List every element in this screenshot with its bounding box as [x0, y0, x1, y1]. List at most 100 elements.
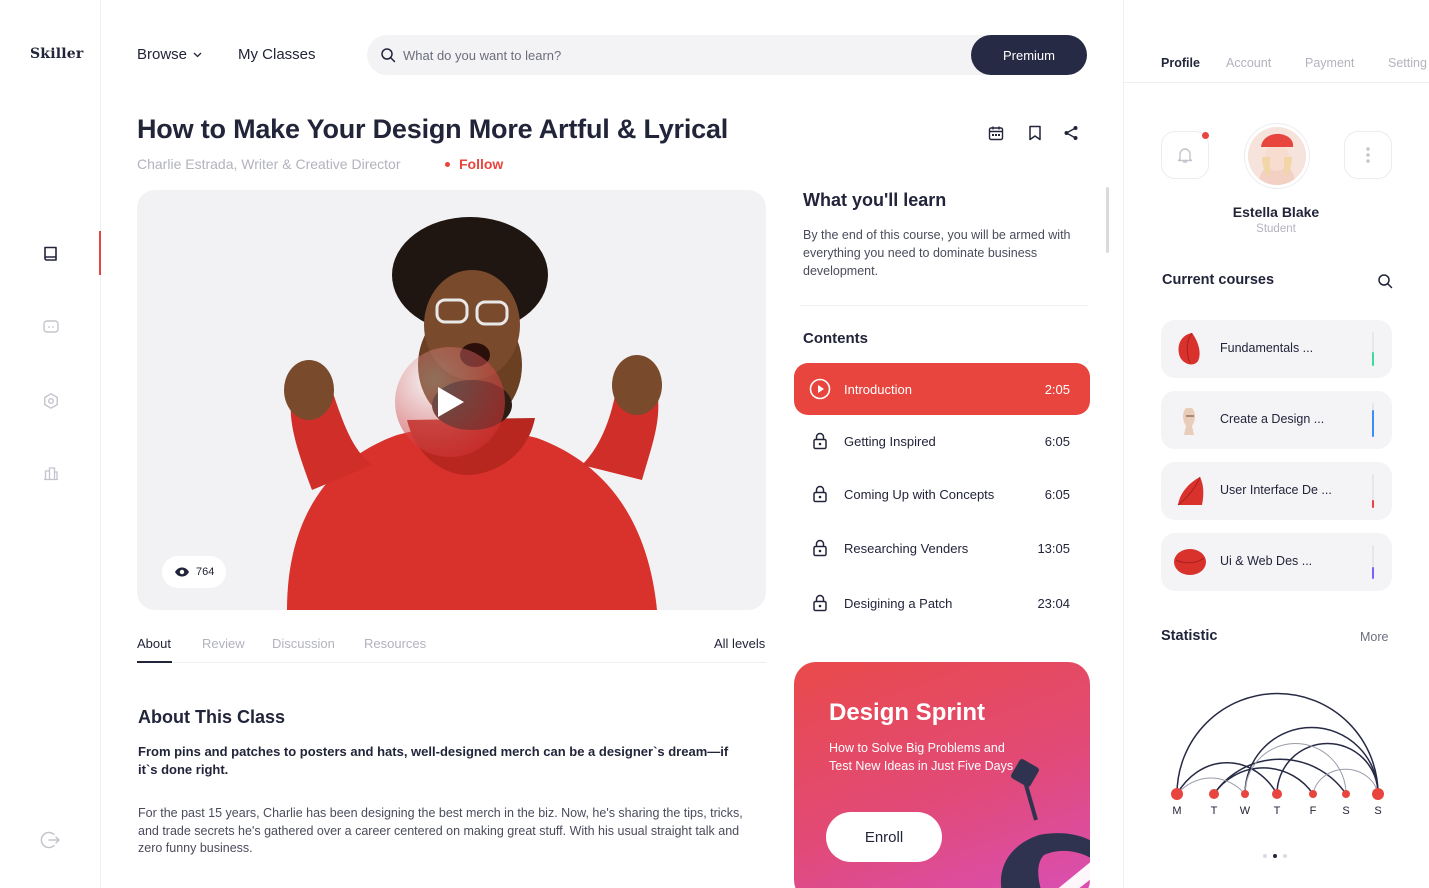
tab-payment[interactable]: Payment	[1305, 56, 1354, 70]
lesson-duration: 13:05	[1037, 540, 1070, 556]
lesson-item[interactable]: Coming Up with Concepts 6:05	[794, 468, 1090, 520]
search-input[interactable]	[403, 35, 963, 75]
day-label: M	[1172, 805, 1182, 817]
course-progress	[1372, 332, 1374, 366]
statistic-more-link[interactable]: More	[1360, 630, 1388, 644]
tab-profile[interactable]: Profile	[1161, 56, 1200, 70]
notification-dot	[1202, 132, 1209, 139]
lock-icon	[809, 430, 831, 452]
learn-description: By the end of this course, you will be a…	[803, 228, 1071, 278]
course-progress	[1372, 403, 1374, 437]
book-icon[interactable]	[36, 239, 66, 269]
course-author: Charlie Estrada, Writer & Creative Direc…	[137, 156, 401, 172]
page-dot[interactable]	[1273, 854, 1277, 858]
course-progress-fill	[1372, 409, 1374, 437]
course-label: Fundamentals ...	[1220, 341, 1314, 355]
browse-menu[interactable]: Browse	[137, 46, 202, 63]
learn-divider	[800, 305, 1088, 306]
statistic-title: Statistic	[1161, 628, 1218, 644]
tab-account[interactable]: Account	[1226, 56, 1271, 70]
separator-dot	[445, 162, 450, 167]
user-role: Student	[1256, 223, 1296, 235]
lesson-duration: 23:04	[1037, 595, 1070, 611]
profile-tabs-divider	[1123, 82, 1429, 83]
lesson-title: Coming Up with Concepts	[844, 486, 995, 502]
tab-resources[interactable]: Resources	[364, 636, 426, 651]
day-label: T	[1210, 805, 1218, 817]
about-lead: From pins and patches to posters and hat…	[138, 744, 729, 777]
promo-card: Design Sprint How to Solve Big Problems …	[794, 662, 1090, 888]
enroll-button[interactable]: Enroll	[826, 812, 942, 862]
calendar-icon[interactable]	[986, 123, 1006, 143]
left-rail: Skiller	[0, 0, 101, 888]
lesson-title: Researching Venders	[844, 540, 969, 556]
tab-setting[interactable]: Setting	[1388, 56, 1429, 70]
logo[interactable]: Skiller	[30, 46, 83, 62]
views-count: 764	[196, 566, 215, 578]
course-title: How to Make Your Design More Artful & Ly…	[137, 114, 729, 144]
course-card[interactable]: Create a Design ...	[1161, 391, 1392, 449]
current-courses-title: Current courses	[1162, 272, 1275, 288]
day-label: T	[1273, 805, 1281, 817]
lesson-item[interactable]: Researching Venders 13:05	[794, 522, 1090, 574]
course-progress-fill	[1372, 499, 1374, 508]
course-progress-fill	[1372, 567, 1374, 579]
course-progress	[1372, 545, 1374, 579]
rail-active-indicator	[99, 231, 101, 275]
active-tab-indicator	[137, 661, 172, 663]
follow-button[interactable]: Follow	[459, 156, 503, 172]
chat-icon[interactable]	[36, 312, 66, 342]
search-icon	[381, 48, 396, 63]
logout-icon[interactable]	[36, 825, 66, 855]
tab-review[interactable]: Review	[202, 636, 245, 651]
settings-icon[interactable]	[36, 386, 66, 416]
premium-button[interactable]: Premium	[971, 35, 1087, 75]
views-badge: 764	[162, 556, 227, 588]
tab-about[interactable]: About	[137, 636, 171, 651]
lesson-title: Introduction	[844, 381, 912, 397]
day-label: W	[1239, 805, 1251, 817]
video-player[interactable]: 764	[137, 190, 766, 610]
page-dot[interactable]	[1283, 854, 1287, 858]
course-label: Ui & Web Des ...	[1220, 554, 1313, 568]
level-selector[interactable]: All levels	[714, 636, 765, 651]
course-card[interactable]: Ui & Web Des ...	[1161, 533, 1392, 591]
play-icon	[438, 387, 464, 417]
avatar[interactable]	[1245, 124, 1309, 188]
stats-icon[interactable]	[36, 458, 66, 488]
course-thumbnail	[1178, 332, 1200, 365]
contents-scrollbar[interactable]	[1106, 187, 1109, 253]
day-label: F	[1309, 805, 1317, 817]
lock-icon	[809, 592, 831, 614]
more-options-button[interactable]	[1344, 131, 1392, 179]
statistic-pagination[interactable]	[1263, 854, 1287, 858]
course-label: Create a Design ...	[1220, 412, 1325, 426]
day-label: S	[1342, 805, 1350, 817]
bell-icon	[1177, 148, 1193, 163]
my-classes-link[interactable]: My Classes	[238, 46, 316, 63]
course-thumbnail	[1183, 408, 1195, 435]
course-card[interactable]: Fundamentals ...	[1161, 320, 1392, 378]
play-button[interactable]	[395, 347, 505, 457]
search-bar: Premium	[367, 35, 1087, 75]
search-icon[interactable]	[1377, 273, 1393, 294]
course-progress-fill	[1372, 352, 1374, 366]
course-card[interactable]: User Interface De ...	[1161, 462, 1392, 520]
lesson-item[interactable]: Desigining a Patch 23:04	[794, 577, 1090, 629]
tab-discussion[interactable]: Discussion	[272, 636, 335, 651]
eye-icon	[175, 567, 189, 577]
lesson-title: Desigining a Patch	[844, 595, 953, 611]
bookmark-icon[interactable]	[1025, 123, 1045, 143]
course-progress	[1372, 474, 1374, 508]
lesson-item[interactable]: Introduction 2:05	[794, 363, 1090, 415]
share-icon[interactable]	[1061, 123, 1081, 143]
promo-title: Design Sprint	[829, 699, 986, 726]
play-circle-icon	[809, 378, 831, 400]
lesson-duration: 6:05	[1044, 486, 1070, 502]
course-thumbnail	[1177, 476, 1204, 506]
page-dot[interactable]	[1263, 854, 1267, 858]
contents-title: Contents	[803, 330, 868, 347]
notifications-button[interactable]	[1161, 131, 1209, 179]
course-thumbnail	[1174, 549, 1206, 575]
lesson-item[interactable]: Getting Inspired 6:05	[794, 415, 1090, 467]
